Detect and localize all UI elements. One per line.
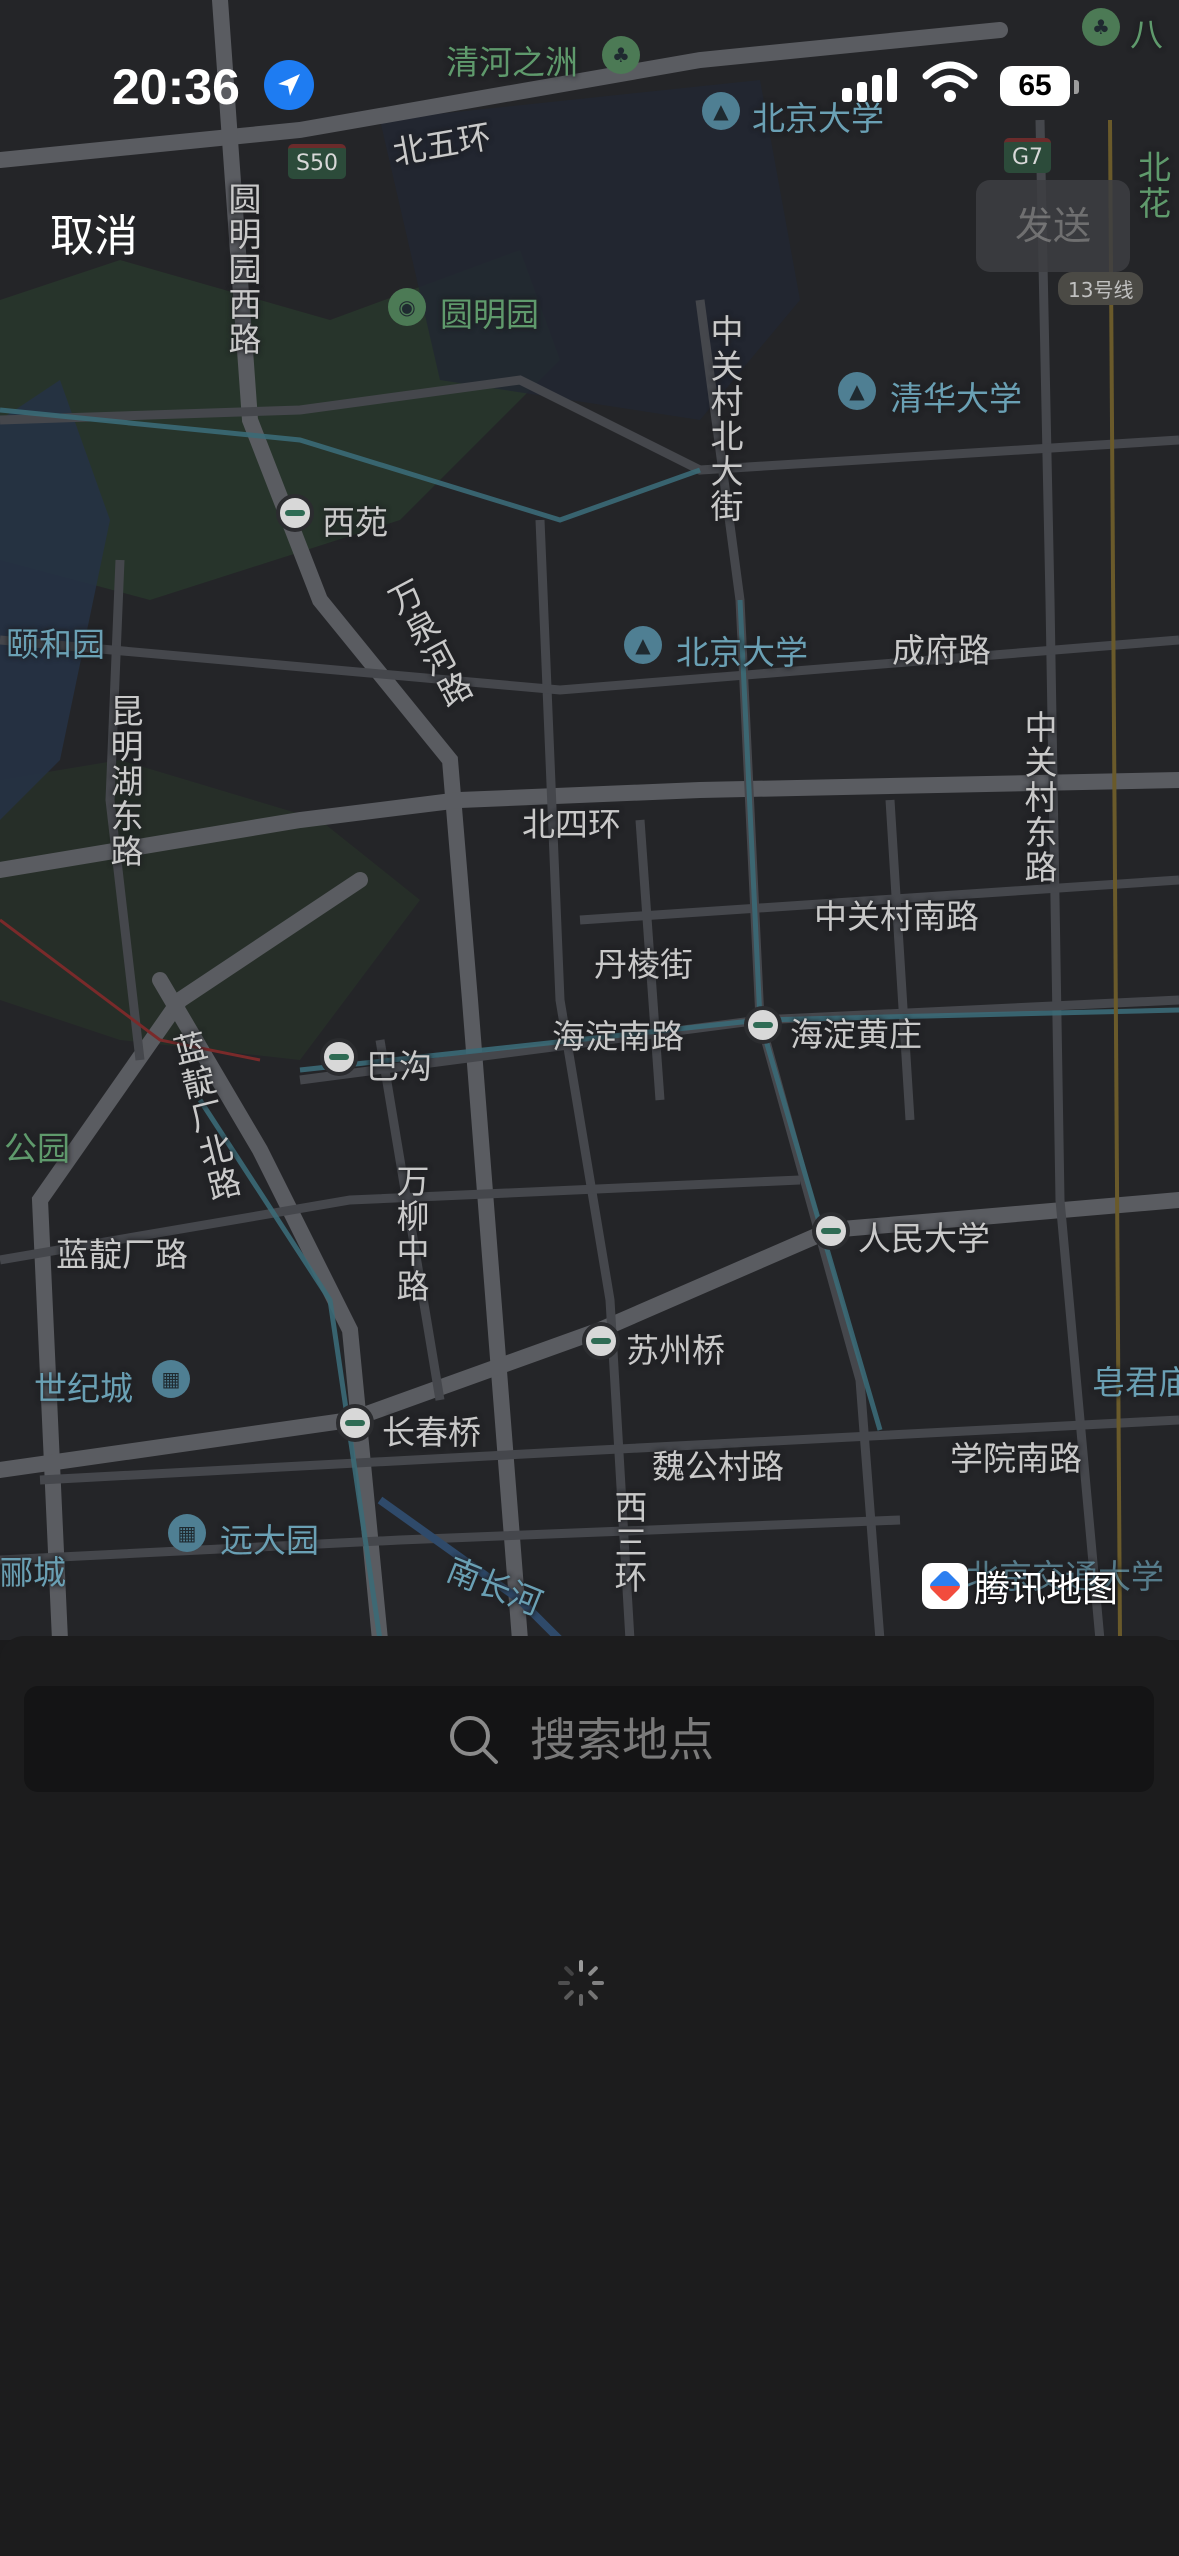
cancel-button[interactable]: 取消 (50, 200, 138, 264)
place-label: 颐和园 (6, 625, 105, 664)
place-label: 八 (1130, 15, 1163, 54)
search-input[interactable] (528, 1686, 1032, 1794)
place-label: 清华大学 (890, 379, 1022, 418)
status-time: 20:36 (112, 59, 240, 115)
station-label: 西苑 (322, 503, 388, 542)
road-label: 北四环 (522, 805, 621, 844)
metro-station-icon (336, 1404, 374, 1442)
metro-station-icon (812, 1212, 850, 1250)
search-icon (450, 1716, 498, 1764)
location-arrow-icon (264, 60, 314, 110)
battery-indicator: 65 (1000, 66, 1070, 106)
road-label: 昆明湖东路 (105, 694, 144, 869)
place-label: 清河之洲 (446, 43, 578, 82)
building-icon: ▦ (152, 1360, 190, 1398)
park-icon: ♣ (602, 36, 640, 74)
scenic-icon: ◉ (388, 288, 426, 326)
wifi-icon (922, 60, 978, 108)
place-label: 北京大学 (676, 633, 808, 672)
road-label: 学院南路 (950, 1439, 1082, 1478)
road-label: 圆明园西路 (223, 182, 262, 357)
line13-badge: 13号线 (1058, 272, 1144, 305)
place-label: 北 花 (1138, 148, 1171, 223)
school-icon: ▲ (838, 372, 876, 410)
tencent-map-logo: 腾讯地图 (922, 1560, 1118, 1612)
place-label: 公园 (4, 1129, 70, 1168)
place-label: 圆明园 (440, 295, 539, 334)
school-icon: ▲ (624, 626, 662, 664)
building-icon: ▦ (168, 1514, 206, 1552)
location-search-sheet (0, 1636, 1179, 2556)
place-label: 世纪城 (34, 1369, 133, 1408)
send-button[interactable]: 发送 (976, 180, 1130, 272)
road-label: 魏公村路 (652, 1447, 784, 1486)
place-label: 郦城 (0, 1553, 66, 1592)
road-label: 海淀南路 (552, 1017, 684, 1056)
station-label: 长春桥 (382, 1413, 481, 1452)
road-label: 丹棱街 (594, 945, 693, 984)
tencent-map-icon (922, 1563, 968, 1609)
station-label: 巴沟 (366, 1047, 432, 1086)
school-icon: ▲ (702, 92, 740, 130)
metro-station-icon (320, 1038, 358, 1076)
s50-shield: S50 (288, 144, 346, 179)
place-label: 皂君庙 (1092, 1363, 1179, 1402)
metro-station-icon (582, 1322, 620, 1360)
g7-shield: G7 (1004, 138, 1052, 173)
cellular-signal-icon (842, 66, 902, 102)
road-label: 成府路 (892, 631, 991, 670)
road-label: 中关村南路 (814, 897, 979, 936)
station-label: 人民大学 (858, 1219, 990, 1258)
search-bar[interactable] (24, 1686, 1154, 1794)
road-label: 中关村东路 (1019, 710, 1058, 885)
road-label: 中关村北大街 (705, 314, 744, 524)
place-label: 远大园 (220, 1521, 319, 1560)
station-label: 苏州桥 (626, 1331, 725, 1370)
battery-cap (1074, 80, 1079, 94)
road-label: 蓝靛厂路 (56, 1235, 188, 1274)
park-icon: ♣ (1082, 8, 1120, 46)
station-label: 海淀黄庄 (790, 1015, 922, 1054)
loading-spinner-icon (558, 1960, 604, 2006)
metro-station-icon (744, 1006, 782, 1044)
road-label: 万柳中路 (391, 1164, 430, 1304)
road-label: 西三环 (609, 1490, 648, 1595)
metro-station-icon (276, 494, 314, 532)
map-logo-text: 腾讯地图 (974, 1569, 1119, 1610)
